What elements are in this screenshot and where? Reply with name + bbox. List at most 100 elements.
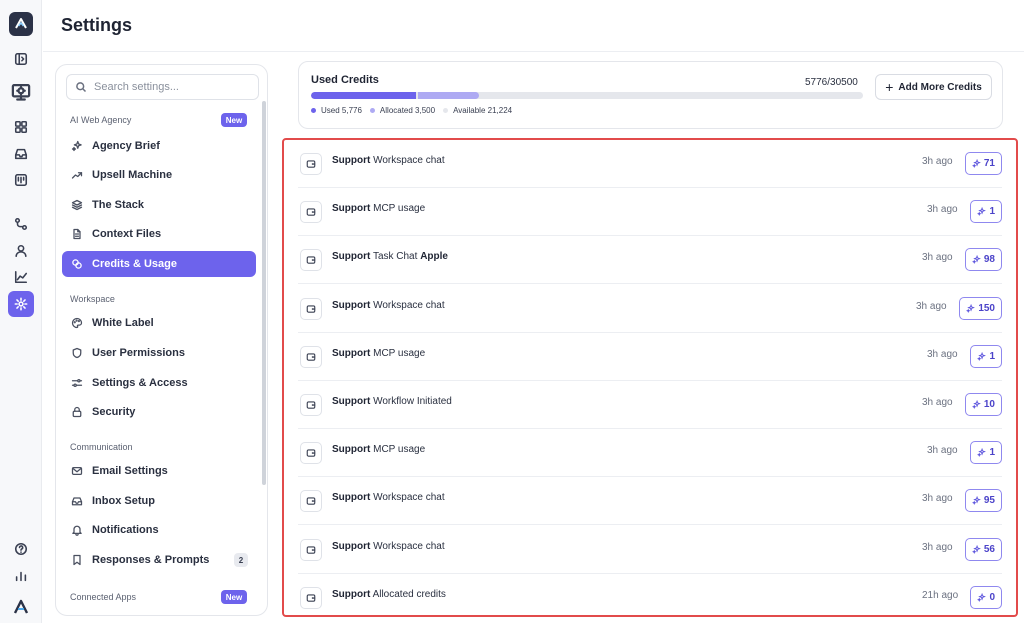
nav-item-credits-usage[interactable]: Credits & Usage <box>62 251 256 277</box>
legend-allocated: Allocated 3,500 <box>369 106 435 115</box>
chart-icon[interactable] <box>10 266 32 288</box>
activity-text: Workspace chat <box>373 155 445 166</box>
activity-row[interactable]: Support Allocated credits 21h ago 0 <box>298 574 1002 622</box>
grid-icon[interactable] <box>10 116 32 138</box>
nav-item-label: Upsell Machine <box>92 169 173 181</box>
layers-icon <box>71 199 83 211</box>
used-segment <box>311 92 416 99</box>
credit-amount-badge[interactable]: 10 <box>964 393 1002 416</box>
nav-item-agency-brief[interactable]: Agency Brief <box>62 133 256 159</box>
activity-row[interactable]: Support Workspace chat 3h ago 95 <box>298 477 1002 526</box>
nav-item-white-label[interactable]: White Label <box>62 310 256 336</box>
legend-label: Available 21,224 <box>453 106 513 115</box>
search-box[interactable] <box>66 74 259 100</box>
activity-text: MCP usage <box>373 203 426 215</box>
nav-item-settings-access[interactable]: Settings & Access <box>62 370 256 396</box>
activity-source: Support <box>332 444 371 456</box>
sparkle-icon <box>977 207 987 217</box>
credit-activity-list: Support Workspace chat 3h ago 71 Support MC… <box>282 138 1018 617</box>
nav-item-the-stack[interactable]: The Stack <box>62 192 256 218</box>
sparkle-icon <box>966 303 976 313</box>
nav-item-label: Context Files <box>92 228 162 240</box>
nav-item-responses-prompts[interactable]: Responses & Prompts 2 <box>62 547 256 573</box>
flow-icon[interactable] <box>10 213 32 235</box>
page-title: Settings <box>61 15 133 35</box>
activity-row[interactable]: Support Workspace chat 3h ago 71 <box>298 140 1002 188</box>
activity-source: Support <box>332 347 371 359</box>
activity-text: MCP usage <box>373 347 426 359</box>
activity-time: 3h ago <box>922 493 953 505</box>
credit-amount: 10 <box>983 399 995 410</box>
nav-item-context-files[interactable]: Context Files <box>62 221 256 247</box>
nav-item-label: Agency Brief <box>92 140 160 152</box>
credit-amount-badge[interactable]: 56 <box>964 537 1002 561</box>
activity-source: Support <box>332 492 371 504</box>
sparkle-icon <box>971 400 981 409</box>
activity-source: Support <box>332 299 371 311</box>
lock-icon <box>72 406 82 418</box>
plus-icon: + <box>885 79 894 95</box>
nav-scrollbar[interactable] <box>262 101 266 485</box>
app-logo-icon[interactable] <box>9 12 33 36</box>
nav-item-label: Responses & Prompts <box>92 554 210 566</box>
sparkle-icon <box>71 140 82 152</box>
brand-logo <box>9 595 33 619</box>
sliders-icon <box>71 378 83 388</box>
activity-source: Support <box>332 155 371 166</box>
credit-amount-badge[interactable]: 1 <box>970 441 1002 465</box>
credit-amount-badge[interactable]: 71 <box>964 152 1002 175</box>
add-more-credits-button[interactable]: + Add More Credits <box>875 74 992 100</box>
bell-icon <box>72 525 82 536</box>
activity-time: 3h ago <box>927 204 958 216</box>
wallet-icon <box>300 249 322 272</box>
user-icon[interactable] <box>10 240 32 262</box>
credit-amount: 1 <box>989 350 995 362</box>
activity-description: Support Workflow Initiated <box>332 396 452 407</box>
board-icon[interactable] <box>10 169 32 191</box>
nav-item-notifications[interactable]: Notifications <box>62 517 256 543</box>
inbox-icon[interactable] <box>10 143 32 165</box>
activity-text: Workspace chat <box>373 492 445 504</box>
stats-icon[interactable] <box>10 565 32 587</box>
search-input[interactable] <box>94 81 254 93</box>
activity-row[interactable]: Support Workflow Initiated 3h ago 10 <box>298 381 1002 429</box>
activity-row[interactable]: Support Workspace chat 3h ago 56 <box>298 526 1002 574</box>
nav-item-email-settings[interactable]: Email Settings <box>62 458 256 484</box>
allocated-segment <box>418 92 479 99</box>
sidebar-toggle-icon[interactable] <box>10 48 32 70</box>
activity-row[interactable]: Support MCP usage 3h ago 1 <box>298 333 1002 381</box>
nav-item-inbox-setup[interactable]: Inbox Setup <box>62 488 256 514</box>
activity-text: Task Chat <box>372 251 418 263</box>
sparkle-icon <box>971 159 981 168</box>
nav-item-label: Inbox Setup <box>92 495 155 507</box>
activity-row[interactable]: Support MCP usage 3h ago 1 <box>298 188 1002 237</box>
legend-dot <box>311 108 316 113</box>
count-badge: 2 <box>234 553 248 567</box>
nav-item-security[interactable]: Security <box>62 399 256 425</box>
credits-summary-card: Used Credits 5776/30500 Used 5,776 Alloc… <box>298 61 1003 129</box>
help-icon[interactable] <box>10 538 32 560</box>
credit-amount-badge[interactable]: 1 <box>970 344 1002 368</box>
activity-row[interactable]: Support MCP usage 3h ago 1 <box>298 429 1002 478</box>
sparkle-icon <box>971 544 981 554</box>
activity-row[interactable]: Support Task Chat Apple 3h ago 98 <box>298 236 1002 285</box>
credit-amount-badge[interactable]: 150 <box>959 296 1002 320</box>
activity-description: Support Workspace chat <box>332 492 445 503</box>
nav-item-upsell-machine[interactable]: Upsell Machine <box>62 162 256 188</box>
activity-time: 3h ago <box>927 348 958 360</box>
credit-amount-badge[interactable]: 95 <box>964 489 1002 513</box>
credit-amount: 56 <box>983 543 995 555</box>
credit-amount-badge[interactable]: 0 <box>970 585 1002 609</box>
activity-row[interactable]: Support Workspace chat 3h ago 150 <box>298 285 1002 333</box>
nav-item-user-permissions[interactable]: User Permissions <box>62 340 256 366</box>
settings-icon[interactable] <box>8 291 34 317</box>
app-rail <box>0 0 42 623</box>
activity-text: Workspace chat <box>373 540 445 552</box>
computer-icon[interactable] <box>7 78 35 106</box>
credit-amount-badge[interactable]: 1 <box>970 200 1002 224</box>
activity-source: Support <box>332 251 371 263</box>
wallet-icon <box>300 297 322 320</box>
sparkle-icon <box>971 496 981 506</box>
nav-item-label: Email Settings <box>92 465 168 477</box>
credit-amount-badge[interactable]: 98 <box>964 248 1002 272</box>
